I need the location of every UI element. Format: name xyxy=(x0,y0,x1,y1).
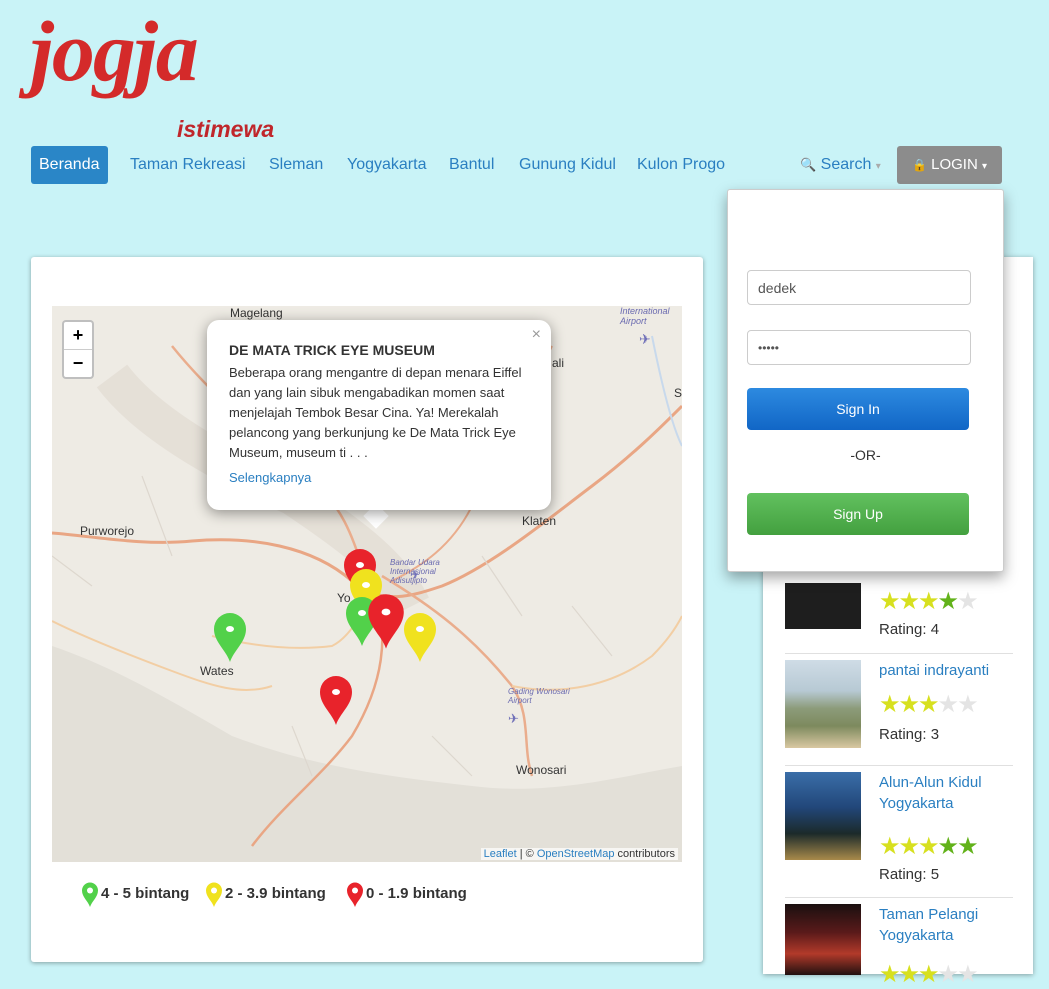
star-rating: ★★★★★ xyxy=(879,588,979,615)
map-attribution: Leaflet | © OpenStreetMap contributors xyxy=(480,848,678,860)
openstreetmap-link[interactable]: OpenStreetMap xyxy=(537,848,615,860)
zoom-control: + − xyxy=(62,320,94,379)
nav-item-sleman[interactable]: Sleman xyxy=(269,146,323,184)
place-thumbnail xyxy=(785,583,861,629)
login-dropdown-menu: Sign In -OR- Sign Up xyxy=(727,189,1004,572)
map-marker-red[interactable] xyxy=(366,586,406,658)
yellow-marker-icon xyxy=(206,882,222,907)
map-label-adisutjipto: Bandar Udara Internasional Adisutjipto xyxy=(390,558,440,585)
nav-item-kulon-progo[interactable]: Kulon Progo xyxy=(637,146,725,184)
airport-icon: ✈ xyxy=(410,568,421,582)
login-label: LOGIN xyxy=(931,156,978,173)
legend-label: 0 - 1.9 bintang xyxy=(366,885,467,902)
map-label-purworejo: Purworejo xyxy=(80,524,135,538)
star-rating: ★★★★★ xyxy=(879,961,979,988)
caret-down-icon: ▾ xyxy=(981,161,987,172)
rating-text: Rating: 5 xyxy=(879,866,940,883)
username-field[interactable] xyxy=(747,270,971,305)
place-name-link[interactable]: Alun-Alun Kidul Yogyakarta xyxy=(879,772,1009,814)
place-thumbnail xyxy=(785,660,861,748)
nav-item-taman-rekreasi[interactable]: Taman Rekreasi xyxy=(130,146,246,184)
place-name-link[interactable]: pantai indrayanti xyxy=(879,660,1009,681)
red-marker-icon xyxy=(347,882,363,907)
sign-up-button[interactable]: Sign Up xyxy=(747,493,969,535)
legend-label: 2 - 3.9 bintang xyxy=(225,885,326,902)
map-view[interactable]: Magelang International Airport Purworejo… xyxy=(52,306,682,862)
popup-close-button[interactable]: × xyxy=(532,326,541,344)
lock-icon: 🔒 xyxy=(911,158,927,172)
map-label-wonosari: Wonosari xyxy=(516,763,567,777)
login-dropdown-button[interactable]: 🔒 LOGIN ▾ xyxy=(897,146,1002,184)
popup-title: DE MATA TRICK EYE MUSEUM xyxy=(229,342,435,358)
place-thumbnail xyxy=(785,772,861,860)
search-dropdown-toggle[interactable]: 🔍 Search ▾ xyxy=(800,146,881,186)
or-separator: -OR- xyxy=(850,447,881,463)
site-logo[interactable]: jogja istimewa xyxy=(30,3,274,142)
password-field[interactable] xyxy=(747,330,971,365)
map-marker-red[interactable] xyxy=(318,664,354,738)
logo-sub-text: istimewa xyxy=(177,116,275,142)
list-item[interactable]: Alun-Alun Kidul Yogyakarta ★★★★★ Rating:… xyxy=(785,765,1013,890)
map-popup: × DE MATA TRICK EYE MUSEUM Beberapa oran… xyxy=(207,320,551,510)
attribution-separator: | © xyxy=(516,848,537,860)
popup-read-more-link[interactable]: Selengkapnya xyxy=(229,470,311,485)
map-label-international-airport: International Airport xyxy=(620,306,670,326)
airport-icon: ✈ xyxy=(639,331,651,347)
logo-main-text: jogja xyxy=(30,3,199,99)
star-rating: ★★★★★ xyxy=(879,833,979,860)
leaflet-link[interactable]: Leaflet xyxy=(484,848,517,860)
nav-item-yogyakarta[interactable]: Yogyakarta xyxy=(347,146,426,184)
map-marker-green[interactable] xyxy=(212,606,248,670)
legend-label: 4 - 5 bintang xyxy=(101,885,190,902)
map-label-partial-s: S xyxy=(674,386,682,400)
map-card: Magelang International Airport Purworejo… xyxy=(31,257,703,962)
star-rating: ★★★★★ xyxy=(879,691,979,718)
map-label-partial-ali: ali xyxy=(552,356,565,370)
map-label-magelang: Magelang xyxy=(230,306,283,320)
nav-item-bantul[interactable]: Bantul xyxy=(449,146,494,184)
caret-down-icon: ▾ xyxy=(875,161,881,172)
sign-in-button[interactable]: Sign In xyxy=(747,388,969,430)
list-item[interactable]: ★★★★★ Rating: 4 xyxy=(785,559,1013,649)
rating-text: Rating: 4 xyxy=(879,621,940,638)
search-icon: 🔍 xyxy=(800,157,817,172)
map-label-klaten: Klaten xyxy=(522,514,557,528)
list-item[interactable]: pantai indrayanti ★★★★★ Rating: 3 xyxy=(785,653,1013,764)
attribution-suffix: contributors xyxy=(614,848,675,860)
zoom-out-button[interactable]: − xyxy=(64,349,92,377)
zoom-in-button[interactable]: + xyxy=(64,322,92,349)
search-label: Search xyxy=(820,156,872,173)
place-name-link[interactable]: Taman Pelangi Yogyakarta xyxy=(879,904,1009,946)
rating-text: Rating: 3 xyxy=(879,726,940,743)
list-item[interactable]: Taman Pelangi Yogyakarta ★★★★★ xyxy=(785,897,1013,988)
map-marker-yellow[interactable] xyxy=(402,606,438,670)
map-label-gading-airport: Gading Wonosari Airport xyxy=(508,687,570,705)
popup-description: Beberapa orang mengantre di depan menara… xyxy=(229,365,522,460)
nav-item-beranda[interactable]: Beranda xyxy=(31,146,108,184)
airport-icon: ✈ xyxy=(508,711,519,726)
place-thumbnail xyxy=(785,904,861,975)
nav-item-gunung-kidul[interactable]: Gunung Kidul xyxy=(519,146,616,184)
green-marker-icon xyxy=(82,882,98,907)
